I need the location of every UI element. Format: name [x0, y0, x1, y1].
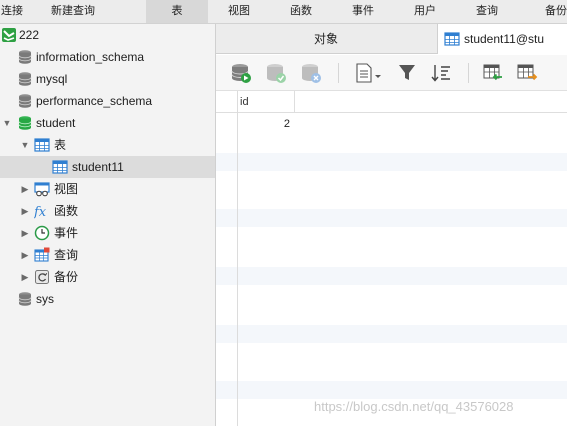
tree-events-group[interactable]: ▶ 事件 — [0, 222, 215, 244]
database-open-icon — [18, 116, 32, 130]
tree-functions-group[interactable]: ▶ fx 函数 — [0, 200, 215, 222]
menu-function[interactable]: 函数 — [270, 0, 332, 23]
collapse-arrow-icon[interactable]: ▶ — [20, 244, 30, 266]
db-label: sys — [36, 292, 54, 306]
db-label: student — [36, 116, 76, 130]
db-label: information_schema — [36, 50, 145, 64]
menu-query[interactable]: 查询 — [456, 0, 518, 23]
tree-label: 查询 — [54, 248, 79, 262]
collapse-arrow-icon[interactable]: ▶ — [20, 222, 30, 244]
export-icon[interactable] — [516, 62, 538, 84]
database-icon — [18, 50, 32, 64]
tree-label: 备份 — [54, 270, 79, 284]
tree-label: 事件 — [54, 226, 79, 240]
tree-backups-group[interactable]: ▶ 备份 — [0, 266, 215, 288]
top-menu-bar: 连接 新建查询 表 视图 函数 事件 用户 查询 备份 — [0, 0, 567, 24]
svg-text:fx: fx — [34, 205, 47, 219]
menu-user[interactable]: 用户 — [394, 0, 456, 23]
row-gutter-divider — [237, 91, 238, 426]
event-clock-icon — [34, 225, 50, 241]
menu-backup[interactable]: 备份 — [518, 0, 567, 23]
query-icon — [34, 247, 50, 262]
tree-db-mysql[interactable]: mysql — [0, 68, 215, 90]
collapse-arrow-icon[interactable]: ▶ — [20, 178, 30, 200]
menu-event[interactable]: 事件 — [332, 0, 394, 23]
connection-icon — [2, 28, 16, 42]
watermark-text: https://blog.csdn.net/qq_43576028 — [314, 399, 514, 414]
database-icon — [18, 292, 32, 306]
grid-stripe — [216, 381, 567, 399]
tree-label: 函数 — [54, 204, 79, 218]
tree-queries-group[interactable]: ▶ 查询 — [0, 244, 215, 266]
tab-bar: 对象 student11@stu — [216, 24, 567, 54]
tree-db-student[interactable]: ▼ student — [0, 112, 215, 134]
tree-label: student11 — [72, 160, 124, 174]
connection-label: 222 — [19, 28, 40, 42]
toolbar-separator — [338, 63, 339, 83]
view-icon — [34, 182, 50, 197]
toolbar-separator — [468, 63, 469, 83]
sort-icon[interactable] — [430, 62, 452, 84]
menu-view[interactable]: 视图 — [208, 0, 270, 23]
tree-label: 视图 — [54, 182, 79, 196]
tree-db-performance-schema[interactable]: performance_schema — [0, 90, 215, 112]
menu-connect[interactable]: 连接 — [0, 0, 38, 23]
tree-connection[interactable]: 222 — [0, 24, 215, 46]
database-icon — [18, 72, 32, 86]
tree-db-information-schema[interactable]: information_schema — [0, 46, 215, 68]
save-record-icon[interactable] — [265, 62, 287, 84]
expand-arrow-icon[interactable]: ▼ — [2, 112, 12, 134]
table-icon — [444, 32, 460, 46]
add-record-icon[interactable] — [230, 62, 252, 84]
db-label: performance_schema — [36, 94, 153, 108]
grid-stripe — [216, 153, 567, 171]
sidebar-tree: 222 information_schema mysql performance… — [0, 24, 216, 426]
db-label: mysql — [36, 72, 68, 86]
tree-table-student11[interactable]: student11 — [0, 156, 215, 178]
function-icon: fx — [34, 205, 47, 219]
column-header-id[interactable]: id — [238, 91, 295, 113]
grid-stripe — [216, 267, 567, 285]
grid-cell[interactable]: 2 — [238, 115, 295, 133]
table-group-icon — [34, 138, 50, 152]
menu-table[interactable]: 表 — [146, 0, 208, 23]
tree-db-sys[interactable]: sys — [0, 288, 215, 310]
expand-arrow-icon[interactable]: ▼ — [20, 134, 30, 156]
data-grid: id 2 — [216, 91, 567, 426]
backup-icon — [35, 270, 49, 284]
tab-label: student11@stu — [464, 32, 545, 46]
tree-views-group[interactable]: ▶ 视图 — [0, 178, 215, 200]
filter-icon[interactable] — [396, 62, 418, 84]
table-icon — [52, 160, 68, 174]
tab-table-student11[interactable]: student11@stu — [437, 24, 567, 54]
table-toolbar — [216, 55, 567, 91]
import-icon[interactable] — [482, 62, 504, 84]
database-icon — [18, 94, 32, 108]
tree-label: 表 — [54, 138, 67, 152]
delete-record-icon[interactable] — [300, 62, 322, 84]
tab-objects[interactable]: 对象 — [216, 24, 436, 54]
grid-stripe — [216, 209, 567, 227]
tree-tables-group[interactable]: ▼ 表 — [0, 134, 215, 156]
grid-stripe — [216, 325, 567, 343]
collapse-arrow-icon[interactable]: ▶ — [20, 200, 30, 222]
text-view-icon[interactable] — [354, 62, 384, 84]
menu-new-query[interactable]: 新建查询 — [38, 0, 146, 23]
collapse-arrow-icon[interactable]: ▶ — [20, 266, 30, 288]
